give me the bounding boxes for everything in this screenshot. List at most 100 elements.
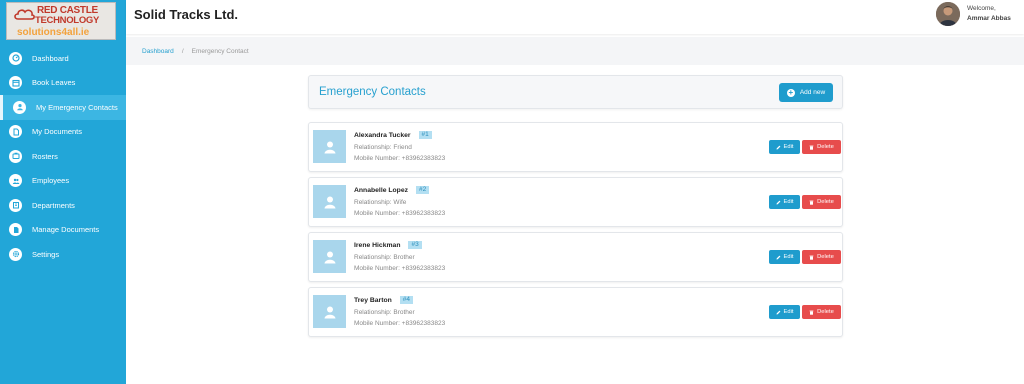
contact-photo: [313, 240, 346, 273]
contact-mobile: Mobile Number: +83962383823: [354, 155, 446, 162]
sidebar-nav: Dashboard Book Leaves My Emergency Conta…: [0, 46, 126, 267]
sidebar-item-label: Settings: [32, 249, 60, 259]
sidebar-item-label: Manage Documents: [32, 225, 100, 235]
edit-label: Edit: [783, 199, 794, 205]
contact-photo: [313, 295, 346, 328]
contact-name: Irene Hickman: [354, 241, 401, 249]
contact-card: Alexandra Tucker #1 Relationship: Friend…: [308, 122, 843, 172]
employees-icon: [9, 174, 22, 188]
delete-label: Delete: [817, 254, 834, 260]
settings-icon: [9, 247, 22, 261]
company-logo[interactable]: RED CASTLE TECHNOLOGY solutions4all.ie: [6, 2, 116, 40]
page-header-card: Emergency Contacts + Add new: [308, 75, 843, 109]
cloud-icon: [14, 9, 35, 20]
contact-mobile: Mobile Number: +83962383823: [354, 320, 446, 327]
user-name[interactable]: Ammar Abbas: [967, 15, 1011, 22]
contact-mobile: Mobile Number: +83962383823: [354, 210, 446, 217]
sidebar-item-label: My Documents: [32, 127, 83, 137]
sidebar-item-book-leaves[interactable]: Book Leaves: [0, 71, 126, 96]
contact-name: Trey Barton: [354, 296, 392, 304]
sidebar-item-dashboard[interactable]: Dashboard: [0, 46, 126, 71]
contact-mobile: Mobile Number: +83962383823: [354, 265, 446, 272]
sidebar-item-my-emergency-contacts[interactable]: My Emergency Contacts: [0, 95, 126, 120]
delete-button[interactable]: Delete: [802, 195, 841, 209]
edit-label: Edit: [783, 144, 794, 150]
trash-icon: [809, 310, 814, 315]
manage-documents-icon: [9, 223, 22, 237]
contact-name-row: Annabelle Lopez #2: [354, 186, 430, 194]
avatar[interactable]: [936, 2, 960, 26]
sidebar: RED CASTLE TECHNOLOGY solutions4all.ie D…: [0, 0, 126, 384]
user-placeholder-icon: [324, 306, 335, 318]
sidebar-item-departments[interactable]: Departments: [0, 193, 126, 218]
roster-icon: [9, 149, 22, 163]
pencil-icon: [776, 310, 780, 314]
welcome-text: Welcome,: [967, 5, 996, 12]
user-icon: [13, 100, 26, 114]
contact-photo: [313, 185, 346, 218]
sidebar-item-label: Dashboard: [32, 53, 69, 63]
trash-icon: [809, 145, 814, 150]
trash-icon: [809, 255, 814, 260]
contact-list: Alexandra Tucker #1 Relationship: Friend…: [308, 122, 843, 342]
edit-button[interactable]: Edit: [769, 250, 800, 264]
edit-button[interactable]: Edit: [769, 305, 800, 319]
contact-index-badge: #2: [416, 186, 430, 194]
sidebar-item-employees[interactable]: Employees: [0, 169, 126, 194]
delete-button[interactable]: Delete: [802, 305, 841, 319]
user-placeholder-icon: [324, 196, 335, 208]
sidebar-item-manage-documents[interactable]: Manage Documents: [0, 218, 126, 243]
delete-button[interactable]: Delete: [802, 250, 841, 264]
edit-button[interactable]: Edit: [769, 195, 800, 209]
logo-text-line2: TECHNOLOGY: [35, 15, 100, 26]
add-new-button[interactable]: + Add new: [779, 83, 833, 102]
user-photo-icon: [936, 2, 960, 26]
departments-icon: [9, 198, 22, 212]
breadcrumb-separator: /: [181, 47, 184, 55]
contact-name-row: Trey Barton #4: [354, 296, 414, 304]
trash-icon: [809, 200, 814, 205]
sidebar-item-label: Departments: [32, 200, 75, 210]
contact-index-badge: #3: [408, 241, 422, 249]
contact-card: Trey Barton #4 Relationship: Brother Mob…: [308, 287, 843, 337]
contact-card: Annabelle Lopez #2 Relationship: Wife Mo…: [308, 177, 843, 227]
sidebar-item-label: My Emergency Contacts: [36, 102, 118, 112]
contact-index-badge: #4: [399, 296, 414, 304]
user-placeholder-icon: [324, 251, 335, 263]
contact-relationship: Relationship: Wife: [354, 199, 407, 206]
contact-card: Irene Hickman #3 Relationship: Brother M…: [308, 232, 843, 282]
sidebar-item-settings[interactable]: Settings: [0, 242, 126, 267]
contact-name: Annabelle Lopez: [354, 186, 409, 194]
contact-relationship: Relationship: Brother: [354, 254, 415, 261]
edit-label: Edit: [783, 309, 794, 315]
page-title: Emergency Contacts: [319, 86, 426, 98]
delete-label: Delete: [817, 144, 834, 150]
contact-relationship: Relationship: Brother: [354, 309, 415, 316]
dashboard-icon: [9, 51, 22, 65]
sidebar-item-my-documents[interactable]: My Documents: [0, 120, 126, 145]
contact-name-row: Alexandra Tucker #1: [354, 131, 432, 139]
delete-label: Delete: [817, 309, 834, 315]
delete-button[interactable]: Delete: [802, 140, 841, 154]
sidebar-item-label: Employees: [32, 176, 70, 186]
sidebar-item-rosters[interactable]: Rosters: [0, 144, 126, 169]
edit-button[interactable]: Edit: [769, 140, 800, 154]
breadcrumb-dashboard-link[interactable]: Dashboard: [142, 48, 174, 55]
pencil-icon: [776, 200, 780, 204]
contact-name-row: Irene Hickman #3: [354, 241, 422, 249]
contact-photo: [313, 130, 346, 163]
calendar-icon: [9, 76, 22, 90]
breadcrumb-current: Emergency Contact: [191, 47, 249, 55]
contact-relationship: Relationship: Friend: [354, 144, 412, 151]
document-icon: [9, 125, 22, 139]
company-name: Solid Tracks Ltd.: [134, 7, 239, 22]
add-new-label: Add new: [799, 89, 826, 96]
logo-text-line3: solutions4all.ie: [17, 27, 90, 38]
edit-label: Edit: [783, 254, 794, 260]
breadcrumb: Dashboard / Emergency Contact: [126, 37, 1024, 65]
user-placeholder-icon: [324, 141, 335, 153]
pencil-icon: [776, 255, 780, 259]
contact-index-badge: #1: [418, 131, 432, 139]
contact-name: Alexandra Tucker: [354, 131, 411, 139]
top-bar: Solid Tracks Ltd. Welcome, Ammar Abbas: [126, 0, 1024, 34]
